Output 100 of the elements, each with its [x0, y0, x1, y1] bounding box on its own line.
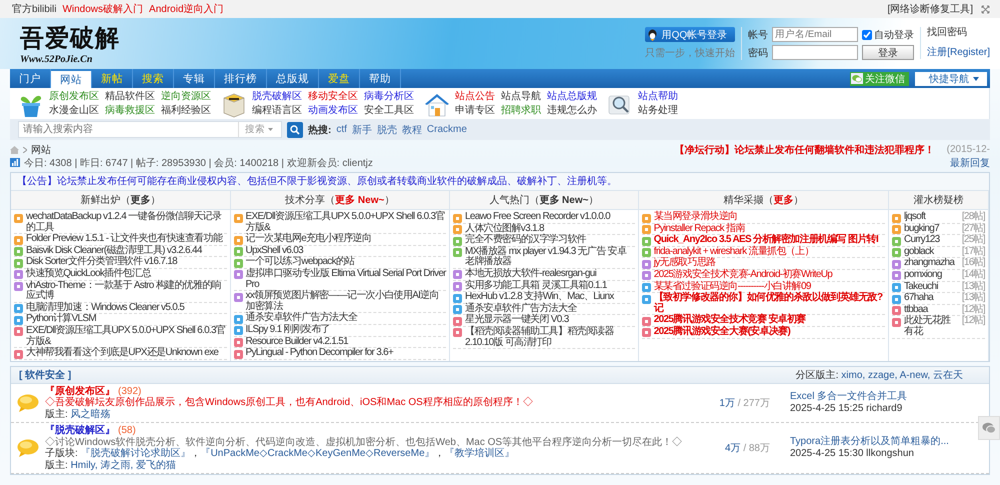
thread-link[interactable]: EXE/Dll资源压缩工具UPX 5.0.0+UPX Shell 6.0.3官方版&	[246, 212, 446, 234]
wechat-float-button[interactable]	[978, 416, 1000, 440]
thread-link[interactable]: wechatDataBackup v1.2.4 一键备份微信聊天记录的工具	[26, 212, 226, 234]
thread-link[interactable]: 电脑清理加速：Windows Cleaner v5.0.5	[26, 302, 226, 314]
home-icon[interactable]	[10, 146, 19, 154]
account-field[interactable]: 用户名/Email	[772, 27, 858, 42]
user-link[interactable]: ljqsoft	[904, 212, 959, 223]
moderators-link[interactable]: 风之暗殇	[70, 408, 111, 420]
thread-link[interactable]: xx领屏预览图片解密——记一次小白使用AI逆向加密算法	[246, 291, 446, 312]
thread-link[interactable]: 【稻壳阅读器辅助工具】稻壳阅读器2.10.10版 可高清打印	[465, 326, 635, 348]
thread-link[interactable]: 本地无损放大软件-realesrgan-gui	[465, 268, 635, 280]
hot-search-link[interactable]: ctf	[336, 124, 347, 135]
user-link[interactable]: ttbbaa	[904, 304, 959, 316]
collapse-icon[interactable]	[981, 4, 990, 14]
thread-link[interactable]: Quick_Any2Ico 3.5 AES 分析解密加注册机编写 图片转I	[654, 235, 885, 246]
top-link[interactable]: Windows破解入门	[62, 2, 144, 16]
last-post-link[interactable]: Typora注册表分析以及简单粗暴的...	[790, 436, 965, 448]
user-link[interactable]: zhangmazha	[904, 258, 959, 269]
hot-search-link[interactable]: Crackme	[426, 124, 467, 135]
user-link[interactable]: Curry123	[904, 235, 959, 246]
quick-link[interactable]: 脱壳破解区	[252, 90, 302, 102]
thread-link[interactable]: Python计算VLSM	[26, 314, 226, 325]
qq-login-button[interactable]: 用QQ帐号登录	[644, 27, 736, 42]
thread-link[interactable]: PyLingual - Python Decompiler for 3.6+	[246, 348, 446, 359]
quick-link[interactable]: 站点总版规	[547, 90, 597, 102]
thread-link[interactable]: 星光显示器一键关闭 V0.3	[465, 315, 635, 326]
thread-link[interactable]: 完全不费密码的汉字学习软件	[465, 235, 635, 246]
quick-link[interactable]: 福利经验区	[161, 104, 211, 116]
user-link[interactable]: pomxiong	[904, 270, 959, 281]
tool-link[interactable]: [网络诊断修复工具]	[887, 2, 973, 16]
thread-link[interactable]: 大神帮我看看这个到底是UPX还是Unknown exe	[26, 348, 226, 359]
thread-link[interactable]: 通杀安卓软件广告方法大全	[246, 313, 446, 324]
thread-link[interactable]: jy无感取巧思路	[654, 258, 885, 269]
quick-link[interactable]: 编程语言区	[252, 104, 302, 116]
quick-link[interactable]: 水漫金山区	[49, 104, 99, 116]
user-link[interactable]: goblack	[904, 246, 959, 258]
thread-link[interactable]: 记一次某电网e充电小程序逆向	[246, 234, 446, 245]
thread-link[interactable]: HexHub v1.2.8 支持Win、Mac、Liunx	[465, 292, 635, 303]
quick-link[interactable]: 病毒救援区	[105, 104, 155, 116]
thread-link[interactable]: EXE/Dll资源压缩工具UPX 5.0.0+UPX Shell 6.0.3官方版&	[26, 326, 226, 348]
quick-link[interactable]: 逆向资源区	[161, 90, 211, 102]
thread-link[interactable]: 一个可以练习webpack的站	[246, 257, 446, 268]
quick-link[interactable]: 原创发布区	[49, 90, 99, 102]
quick-link[interactable]: 违规怎么办	[547, 104, 597, 116]
quick-nav-dropdown[interactable]: 快捷导航	[915, 72, 987, 86]
more-link[interactable]: 更多 New~	[539, 195, 588, 206]
last-post-link[interactable]: Excel 多合一文件合并工具	[790, 390, 965, 403]
quick-link[interactable]: 精品软件区	[105, 90, 155, 102]
thread-link[interactable]: 某某省过验证码逆向----------小白讲解09	[654, 282, 885, 292]
user-link[interactable]: 67haha	[904, 293, 959, 304]
latest-replies-link[interactable]: 最新回复	[950, 156, 990, 170]
thread-link[interactable]: Baisvik Disk Cleaner(磁盘清理工具) v3.2.6.44	[26, 246, 226, 256]
thread-link[interactable]: Pyinstaller Repack 指南	[654, 224, 885, 234]
thread-link[interactable]: Leawo Free Screen Recorder v1.0.0.0	[465, 212, 635, 223]
thread-link[interactable]: Resource Builder v4.2.1.51	[246, 336, 446, 348]
thread-link[interactable]: frida-analykit + wireshark 流量抓包（上）	[654, 246, 885, 258]
quick-link[interactable]: 病毒分析区	[364, 90, 414, 102]
thread-link[interactable]: MX播放器 mx player v1.94.3 无广告 安卓老牌播放器	[465, 246, 635, 268]
quick-link[interactable]: 移动安全区	[308, 90, 358, 102]
thread-count[interactable]: 4万	[724, 443, 741, 454]
thread-link[interactable]: Folder Preview 1.5.1 - 让文件夹也有快速查看功能	[26, 234, 226, 245]
subforum-link[interactable]: 『脱壳破解讨论求助区』	[80, 448, 191, 460]
thread-link[interactable]: Disk Sorter文件分类管理软件 v16.7.18	[26, 257, 226, 268]
nav-tab[interactable]: 网站	[51, 71, 92, 88]
moderators-link[interactable]: Hmily, 涛之雨, 爱飞的猫	[70, 460, 176, 471]
subforum-link[interactable]: 『教学培训区』	[444, 448, 515, 460]
quick-link[interactable]: 动画发布区	[308, 104, 358, 116]
top-link[interactable]: Android逆向入门	[149, 2, 224, 16]
remember-checkbox[interactable]	[862, 30, 872, 40]
subforum-link[interactable]: 『UnPackMe◇CrackMe◇KeyGenMe◇ReverseMe』	[200, 448, 435, 460]
more-link[interactable]: 更多	[773, 195, 794, 206]
quick-link[interactable]: 站点公告	[455, 90, 495, 102]
user-link[interactable]: bugking7	[904, 224, 959, 234]
forum-name-link[interactable]: 『原创发布区』	[45, 386, 115, 397]
quick-link[interactable]: 站点导航	[501, 90, 541, 102]
register-link[interactable]: 注册[Register]	[927, 47, 990, 59]
thread-link[interactable]: ILSpy 9.1 刚刚发布了	[246, 324, 446, 336]
thread-link[interactable]: 2025腾讯游戏安全大赛(安卓决赛)	[654, 326, 885, 338]
thread-link[interactable]: 2025游戏安全技术竞赛-Android-初赛WriteUp	[654, 270, 885, 281]
thread-link[interactable]: UpxShell v6.03	[246, 246, 446, 256]
forum-name-link[interactable]: 『脱壳破解区』	[45, 425, 115, 436]
thread-link[interactable]: 2025腾讯游戏安全技术竞赛 安卓初赛	[654, 315, 885, 326]
thread-link[interactable]: 某当网登录滑块逆向	[654, 212, 885, 223]
moderators-link[interactable]: ximo, zzage, A-new, 云在天	[841, 370, 963, 381]
search-button[interactable]	[287, 122, 303, 138]
user-link[interactable]: 此处无花胜有花	[904, 316, 959, 338]
thread-link[interactable]: 人体穴位图解v3.1.8	[465, 224, 635, 234]
password-field[interactable]	[772, 45, 858, 60]
quick-link[interactable]: 站务处理	[638, 104, 678, 116]
thread-link[interactable]: 实用多功能工具箱 灵溪工具箱0.1.1	[465, 280, 635, 292]
top-link[interactable]: 官方bilibili	[12, 2, 56, 16]
hot-search-link[interactable]: 脱壳	[376, 122, 397, 136]
quick-link[interactable]: 申请专区	[455, 104, 495, 116]
quick-link[interactable]: 站点帮助	[638, 90, 678, 102]
more-link[interactable]: 更多 New~	[335, 195, 384, 206]
hot-search-link[interactable]: 新手	[352, 122, 372, 136]
announcement-link[interactable]: 【净坛行动】论坛禁止发布任何翻墙软件和违法犯罪程序！	[674, 142, 935, 156]
thread-link[interactable]: 快速预览QuickLook插件包汇总	[26, 268, 226, 280]
breadcrumb-link[interactable]: 网站	[31, 142, 51, 156]
quick-link[interactable]: 招聘求职	[501, 104, 541, 116]
